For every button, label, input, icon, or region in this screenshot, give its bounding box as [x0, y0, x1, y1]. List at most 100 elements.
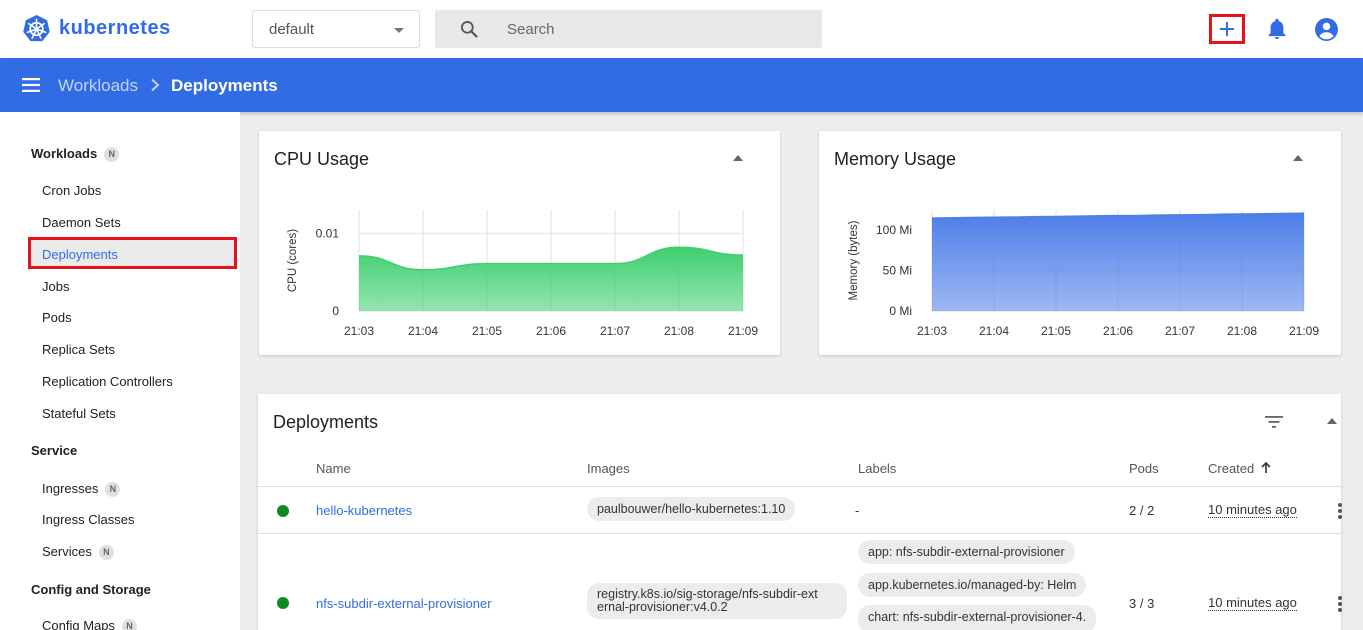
sidebar-item-cron-jobs[interactable]: Cron Jobs: [42, 183, 101, 198]
kubernetes-wheel-icon: [23, 14, 50, 42]
chart-y-tick-label: 50 Mi: [883, 264, 912, 278]
sidebar-item-daemon-sets[interactable]: Daemon Sets: [42, 215, 121, 230]
column-header-pods: Pods: [1129, 461, 1159, 476]
sort-ascending-icon[interactable]: [1261, 461, 1271, 473]
search-input[interactable]: [507, 10, 807, 48]
chart-x-tick-label: 21:09: [1289, 324, 1319, 338]
cpu-usage-card: CPU Usage 21:03 21:04 21:05 21:06 21:07 21:08…: [259, 131, 780, 355]
pods-cell: 3 / 3: [1129, 596, 1155, 611]
chart-area-series: [932, 213, 1304, 311]
breadcrumb-deployments: Deployments: [171, 76, 278, 95]
plus-icon: [1220, 22, 1234, 36]
top-bar: kubernetes default: [0, 0, 1363, 58]
chart-y-tick-label: 100 Mi: [876, 223, 912, 237]
hamburger-menu-icon[interactable]: [22, 78, 40, 92]
sidebar-item-label: Ingresses: [42, 481, 99, 496]
chart-x-tick-label: 21:06: [1103, 324, 1133, 338]
image-chip-text: registry.k8s.io/sig-storage/nfs-subdir-e…: [597, 587, 818, 601]
chart-y-tick-label: 0: [332, 304, 339, 318]
column-header-labels: Labels: [858, 461, 897, 476]
breadcrumb-workloads[interactable]: Workloads: [58, 76, 138, 96]
chart-y-axis-label: Memory (bytes): [848, 220, 860, 300]
cpu-usage-chart: 21:03 21:04 21:05 21:06 21:07 21:08 21:09 0 0.01…: [287, 210, 758, 338]
sidebar-item-config-maps[interactable]: Config Maps N: [42, 618, 137, 630]
app-header: Workloads Deployments: [0, 58, 1363, 112]
deployments-card: Deployments Name Images Labels Pods Crea…: [258, 394, 1342, 630]
namespaced-badge: N: [121, 619, 137, 630]
status-running-icon: [277, 505, 289, 517]
chart-x-tick-label: 21:08: [1227, 324, 1257, 338]
image-chip: registry.k8s.io/sig-storage/nfs-subdir-e…: [587, 583, 847, 620]
image-chip: paulbouwer/hello-kubernetes:1.10: [587, 497, 796, 522]
sidebar-item-label: Services: [42, 544, 92, 559]
column-header-created[interactable]: Created: [1208, 461, 1271, 476]
filter-icon[interactable]: [1265, 415, 1283, 429]
sidebar-item-stateful-sets[interactable]: Stateful Sets: [42, 406, 116, 421]
notifications-bell-icon[interactable]: [1265, 17, 1289, 41]
search-bar[interactable]: [435, 10, 822, 48]
sidebar-item-deployments[interactable]: Deployments: [28, 237, 237, 269]
chart-x-tick-label: 21:07: [1165, 324, 1195, 338]
sidebar-item-ingress-classes[interactable]: Ingress Classes: [42, 512, 134, 527]
breadcrumb-chevron-icon: [151, 78, 160, 92]
label-chip: chart: nfs-subdir-external-provisioner-4…: [858, 605, 1097, 630]
dropdown-caret-icon: [394, 28, 404, 33]
sidebar: Workloads N Cron Jobs Daemon Sets Deploym…: [0, 112, 240, 630]
sidebar-item-replication-controllers[interactable]: Replication Controllers: [42, 374, 173, 389]
sidebar-item-label: Deployments: [42, 247, 118, 262]
chart-y-tick-label: 0 Mi: [889, 304, 912, 318]
collapse-icon[interactable]: [1327, 418, 1337, 424]
namespaced-badge: N: [105, 482, 121, 498]
namespaced-badge: N: [98, 545, 114, 561]
sidebar-section-workloads[interactable]: Workloads N: [31, 146, 120, 163]
pods-cell: 2 / 2: [1129, 503, 1155, 518]
chart-x-tick-label: 21:04: [979, 324, 1009, 338]
row-divider: [258, 486, 1341, 487]
more-actions-icon[interactable]: [1338, 503, 1342, 521]
chart-x-tick-label: 21:04: [408, 324, 438, 338]
sidebar-item-jobs[interactable]: Jobs: [42, 279, 69, 294]
chart-x-tick-label: 21:06: [536, 324, 566, 338]
kubernetes-logo[interactable]: kubernetes: [22, 14, 171, 43]
labels-cell: -: [855, 503, 860, 518]
label-chip: app: nfs-subdir-external-provisioner: [858, 540, 1075, 565]
chart-x-tick-label: 21:09: [728, 324, 758, 338]
image-chip-text: ernal-provisioner:v4.0.2: [597, 600, 728, 615]
chart-x-tick-label: 21:03: [344, 324, 374, 338]
search-icon: [461, 21, 478, 38]
status-running-icon: [277, 597, 289, 609]
more-actions-icon[interactable]: [1338, 596, 1342, 614]
sidebar-item-ingresses[interactable]: Ingresses N: [42, 481, 121, 498]
namespace-select[interactable]: default: [252, 10, 420, 48]
column-header-label: Created: [1208, 461, 1255, 476]
label-chip: app.kubernetes.io/managed-by: Helm: [858, 573, 1087, 598]
chart-x-tick-label: 21:05: [1041, 324, 1071, 338]
deployment-name-link[interactable]: nfs-subdir-external-provisioner: [316, 596, 492, 611]
chart-x-tick-label: 21:08: [664, 324, 694, 338]
chart-x-tick-label: 21:05: [472, 324, 502, 338]
chart-y-tick-label: 0.01: [316, 226, 340, 240]
chart-x-tick-label: 21:03: [917, 324, 947, 338]
create-resource-button[interactable]: [1209, 14, 1245, 44]
chart-y-axis-label: CPU (cores): [287, 229, 299, 292]
memory-usage-chart: 21:03 21:04 21:05 21:06 21:07 21:08 21:09 0 Mi 5…: [848, 210, 1319, 338]
sidebar-item-label: Config Maps: [42, 618, 115, 630]
sidebar-section-service[interactable]: Service: [31, 443, 77, 458]
created-cell: 10 minutes ago: [1208, 595, 1297, 611]
sidebar-item-replica-sets[interactable]: Replica Sets: [42, 342, 115, 357]
namespaced-badge: N: [104, 147, 120, 163]
column-header-images: Images: [587, 461, 630, 476]
card-title: Deployments: [273, 412, 379, 432]
sidebar-item-services[interactable]: Services N: [42, 544, 114, 561]
memory-usage-card: Memory Usage 21:03 21:04 21:05 21:06 21:07 21…: [819, 131, 1341, 355]
column-header-name[interactable]: Name: [316, 461, 351, 476]
created-cell: 10 minutes ago: [1208, 502, 1297, 518]
section-title: Workloads: [31, 146, 98, 161]
account-icon[interactable]: [1314, 17, 1339, 42]
sidebar-section-config-storage[interactable]: Config and Storage: [31, 582, 151, 597]
namespace-value: default: [269, 21, 315, 38]
deployment-name-link[interactable]: hello-kubernetes: [316, 503, 412, 518]
brand-name: kubernetes: [59, 17, 171, 39]
sidebar-item-pods[interactable]: Pods: [42, 310, 72, 325]
row-divider: [258, 533, 1341, 534]
